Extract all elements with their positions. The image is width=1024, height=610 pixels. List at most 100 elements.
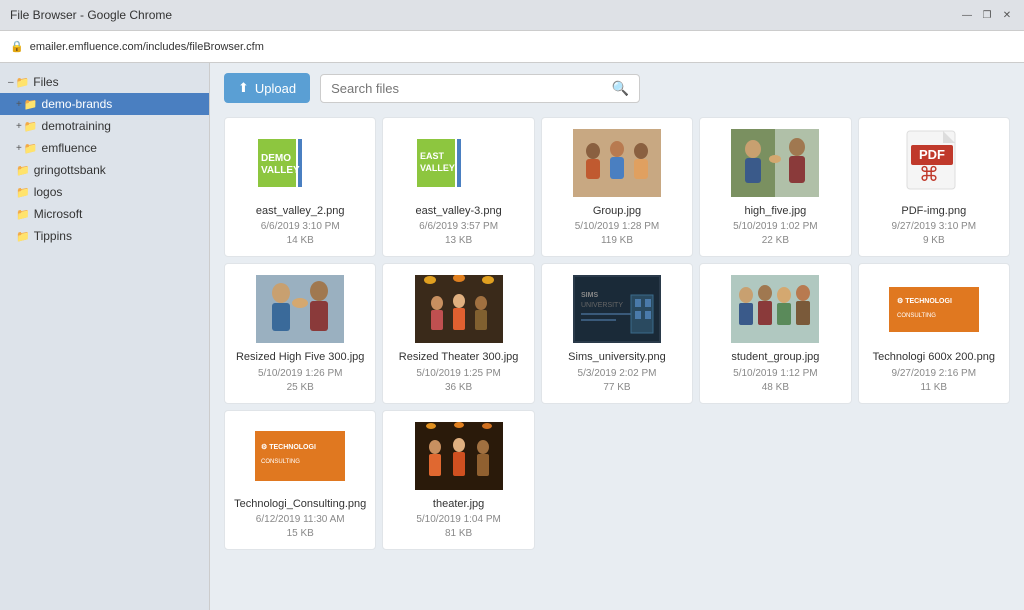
expand-icon-demo-brands: + [16, 99, 22, 110]
upload-button[interactable]: ⬆ Upload [224, 73, 310, 103]
folder-icon-logos: 📁 [16, 186, 30, 199]
sidebar-item-gringottsbank[interactable]: 📁 gringottsbank [0, 159, 209, 181]
svg-text:⚙ TECHNOLOGI: ⚙ TECHNOLOGI [897, 297, 952, 305]
sidebar-item-microsoft[interactable]: 📁 Microsoft [0, 203, 209, 225]
file-name-theater: theater.jpg [433, 497, 484, 511]
file-meta-sims-university: 5/3/2019 2:02 PM77 KB [578, 367, 657, 395]
lock-icon: 🔒 [10, 40, 24, 53]
url-display[interactable]: emailer.emfluence.com/includes/fileBrows… [30, 41, 264, 53]
file-thumbnail-east-valley-3: EAST VALLEY [414, 128, 504, 198]
file-thumbnail-resized-high-five [255, 274, 345, 344]
sidebar-item-emfluence[interactable]: + 📁 emfluence [0, 137, 209, 159]
svg-text:SIMS: SIMS [581, 292, 598, 299]
upload-label: Upload [255, 81, 296, 96]
file-name-east-valley-2: east_valley_2.png [256, 204, 345, 218]
folder-icon-demo-brands: 📁 [24, 98, 38, 111]
svg-text:VALLEY: VALLEY [261, 165, 300, 176]
sidebar-item-demo-brands[interactable]: + 📁 demo-brands [0, 93, 209, 115]
title-bar: File Browser - Google Chrome — ❐ ✕ [0, 0, 1024, 30]
file-name-resized-theater: Resized Theater 300.jpg [399, 350, 519, 364]
file-name-technologi-consulting: Technologi_Consulting.png [234, 497, 366, 511]
sidebar-label-microsoft: Microsoft [34, 207, 83, 221]
file-meta-pdf-img: 9/27/2019 3:10 PM9 KB [892, 220, 977, 248]
svg-text:UNIVERSITY: UNIVERSITY [581, 302, 623, 309]
file-meta-technologi-consulting: 6/12/2019 11:30 AM15 KB [256, 513, 345, 541]
svg-text:PDF: PDF [919, 147, 945, 162]
file-card-theater[interactable]: theater.jpg 5/10/2019 1:04 PM81 KB [382, 410, 534, 550]
app-container: – 📁 Files + 📁 demo-brands + 📁 demotraini… [0, 63, 1024, 610]
file-card-east-valley-3[interactable]: EAST VALLEY east_valley-3.png 6/6/2019 3… [382, 117, 534, 257]
toolbar: ⬆ Upload 🔍 [210, 63, 1024, 113]
sidebar-item-tippins[interactable]: 📁 Tippins [0, 225, 209, 247]
file-thumbnail-sims-university: SIMS UNIVERSITY [572, 274, 662, 344]
folder-icon: 📁 [16, 76, 30, 89]
folder-icon-gringottsbank: 📁 [16, 164, 30, 177]
sidebar-item-logos[interactable]: 📁 logos [0, 181, 209, 203]
search-container: 🔍 [320, 74, 640, 103]
folder-icon-emfluence: 📁 [24, 142, 38, 155]
title-bar-left: File Browser - Google Chrome [10, 8, 172, 22]
svg-text:CONSULTING: CONSULTING [261, 459, 300, 465]
file-thumbnail-high-five [730, 128, 820, 198]
sidebar-item-demotraining[interactable]: + 📁 demotraining [0, 115, 209, 137]
sidebar-label-demotraining: demotraining [42, 119, 111, 133]
file-name-high-five: high_five.jpg [745, 204, 807, 218]
file-thumbnail-east-valley-2: DEMO VALLEY [255, 128, 345, 198]
file-meta-high-five: 5/10/2019 1:02 PM22 KB [733, 220, 818, 248]
file-name-east-valley-3: east_valley-3.png [415, 204, 501, 218]
file-card-resized-theater[interactable]: Resized Theater 300.jpg 5/10/2019 1:25 P… [382, 263, 534, 403]
sidebar-root-label: Files [33, 75, 58, 89]
file-card-sims-university[interactable]: SIMS UNIVERSITY Sims_university. [541, 263, 693, 403]
expand-icon: – [8, 77, 14, 88]
file-card-student-group[interactable]: student_group.jpg 5/10/2019 1:12 PM48 KB [699, 263, 851, 403]
file-card-group[interactable]: Group.jpg 5/10/2019 1:28 PM119 KB [541, 117, 693, 257]
file-name-pdf-img: PDF-img.png [901, 204, 966, 218]
file-meta-resized-theater: 5/10/2019 1:25 PM36 KB [416, 367, 501, 395]
file-meta-east-valley-2: 6/6/2019 3:10 PM14 KB [261, 220, 340, 248]
file-card-technologi-consulting[interactable]: ⚙ TECHNOLOGI CONSULTING Technologi_Consu… [224, 410, 376, 550]
close-button[interactable]: ✕ [1000, 8, 1014, 22]
file-thumbnail-student-group [730, 274, 820, 344]
file-thumbnail-technologi-consulting: ⚙ TECHNOLOGI CONSULTING [255, 421, 345, 491]
expand-icon-emfluence: + [16, 143, 22, 154]
search-icon[interactable]: 🔍 [612, 80, 629, 97]
svg-text:EAST: EAST [420, 151, 445, 161]
title-bar-controls: — ❐ ✕ [960, 8, 1014, 22]
file-name-group: Group.jpg [593, 204, 641, 218]
upload-icon: ⬆ [238, 80, 249, 96]
file-thumbnail-technologi-600: ⚙ TECHNOLOGI CONSULTING [889, 274, 979, 344]
file-meta-technologi-600: 9/27/2019 2:16 PM11 KB [892, 367, 977, 395]
sidebar-label-demo-brands: demo-brands [42, 97, 113, 111]
search-input[interactable] [331, 81, 612, 96]
sidebar: – 📁 Files + 📁 demo-brands + 📁 demotraini… [0, 63, 210, 610]
file-name-student-group: student_group.jpg [731, 350, 819, 364]
sidebar-label-tippins: Tippins [34, 229, 72, 243]
file-thumbnail-group [572, 128, 662, 198]
maximize-button[interactable]: ❐ [980, 8, 994, 22]
files-grid: DEMO VALLEY east_valley_2.png 6/6/2019 3… [210, 113, 1024, 610]
svg-text:VALLEY: VALLEY [420, 163, 455, 173]
folder-icon-microsoft: 📁 [16, 208, 30, 221]
file-name-resized-high-five: Resized High Five 300.jpg [236, 350, 364, 364]
file-card-east-valley-2[interactable]: DEMO VALLEY east_valley_2.png 6/6/2019 3… [224, 117, 376, 257]
sidebar-label-gringottsbank: gringottsbank [34, 163, 106, 177]
file-card-resized-high-five[interactable]: Resized High Five 300.jpg 5/10/2019 1:26… [224, 263, 376, 403]
svg-text:DEMO: DEMO [261, 153, 291, 164]
folder-icon-tippins: 📁 [16, 230, 30, 243]
grid-container: DEMO VALLEY east_valley_2.png 6/6/2019 3… [224, 117, 1010, 550]
file-card-pdf-img[interactable]: PDF ⌘ PDF-img.png 9/27/2019 3:10 PM9 KB [858, 117, 1010, 257]
file-card-high-five[interactable]: high_five.jpg 5/10/2019 1:02 PM22 KB [699, 117, 851, 257]
expand-icon-demotraining: + [16, 121, 22, 132]
browser-chrome: File Browser - Google Chrome — ❐ ✕ 🔒 ema… [0, 0, 1024, 63]
svg-text:⚙ TECHNOLOGI: ⚙ TECHNOLOGI [261, 443, 316, 451]
address-bar: 🔒 emailer.emfluence.com/includes/fileBro… [0, 30, 1024, 62]
file-meta-east-valley-3: 6/6/2019 3:57 PM13 KB [419, 220, 498, 248]
file-name-sims-university: Sims_university.png [568, 350, 666, 364]
sidebar-label-emfluence: emfluence [42, 141, 97, 155]
file-card-technologi-600[interactable]: ⚙ TECHNOLOGI CONSULTING Technologi 600x … [858, 263, 1010, 403]
svg-text:CONSULTING: CONSULTING [897, 313, 936, 319]
sidebar-root-files[interactable]: – 📁 Files [0, 71, 209, 93]
minimize-button[interactable]: — [960, 8, 974, 22]
svg-text:⌘: ⌘ [919, 164, 939, 186]
file-thumbnail-theater [414, 421, 504, 491]
